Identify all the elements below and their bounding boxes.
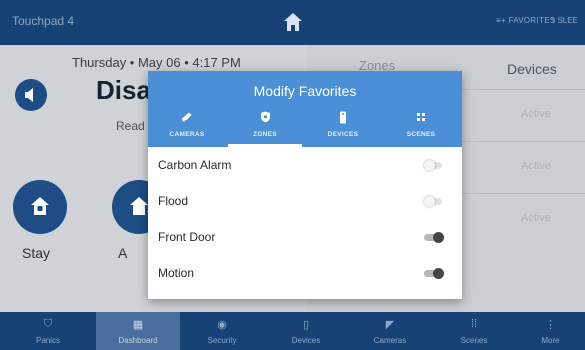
tab-zones[interactable]: ZONES	[226, 111, 304, 147]
remote-icon: ▯	[302, 319, 310, 331]
speaker-button[interactable]	[15, 79, 47, 111]
devices-tab[interactable]: Devices	[507, 61, 557, 77]
toggle-knob	[424, 160, 435, 171]
dashboard-icon: ▦	[132, 319, 144, 331]
moon-icon: ☽	[548, 16, 558, 25]
top-bar: Touchpad 4 ≡+ FAVORITES ☽ SLEE	[0, 0, 585, 45]
home-lock-icon	[31, 197, 49, 215]
dialog-header: Modify Favorites CAMERAS ZONES DEVICES S…	[148, 71, 462, 147]
toggle-knob	[424, 196, 435, 207]
remote-icon	[304, 111, 382, 127]
nav-scenes[interactable]: ⁞⁞ Scenes	[432, 312, 516, 350]
modify-favorites-dialog: Modify Favorites CAMERAS ZONES DEVICES S…	[148, 71, 462, 299]
speaker-icon	[25, 88, 33, 102]
favorite-toggle[interactable]	[424, 268, 444, 279]
scenes-icon: ⁞⁞	[470, 318, 478, 330]
favorite-item-carbon-alarm: Carbon Alarm	[148, 147, 462, 183]
scenes-icon	[382, 111, 460, 127]
toggle-knob	[433, 268, 444, 279]
sleep-button[interactable]: ☽ SLEE	[548, 16, 578, 25]
camera-icon: ◤	[385, 319, 395, 331]
toggle-knob	[433, 232, 444, 243]
favorites-icon: ≡+	[496, 16, 509, 25]
tab-cameras[interactable]: CAMERAS	[148, 111, 226, 147]
dialog-title: Modify Favorites	[253, 83, 357, 99]
away-label: A	[118, 245, 128, 261]
more-icon: ⋮	[545, 319, 556, 331]
favorite-toggle[interactable]	[424, 232, 444, 243]
tab-devices[interactable]: DEVICES	[304, 111, 382, 147]
home-icon[interactable]	[282, 11, 304, 33]
nav-panics[interactable]: ⛉ Panics	[0, 312, 96, 350]
date-time: Thursday • May 06 • 4:17 PM	[72, 55, 241, 70]
favorite-toggle[interactable]	[424, 196, 444, 207]
status-text: Active	[521, 108, 551, 120]
tab-scenes[interactable]: SCENES	[382, 111, 460, 147]
favorite-item-flood: Flood	[148, 183, 462, 219]
nav-devices[interactable]: ▯ Devices	[264, 312, 348, 350]
security-substatus: Read	[116, 119, 145, 133]
status-text: Active	[521, 160, 551, 172]
security-status: Disa	[96, 75, 151, 105]
nav-more[interactable]: ⋮ More	[516, 312, 585, 350]
favorite-item-front-door: Front Door	[148, 219, 462, 255]
lock-icon: ◉	[217, 319, 227, 331]
shield-icon	[226, 111, 304, 127]
nav-dashboard[interactable]: ▦ Dashboard	[96, 312, 180, 350]
favorite-toggle[interactable]	[424, 160, 444, 171]
shield-icon: ⛉	[43, 318, 53, 330]
favorites-button[interactable]: ≡+ FAVORITES	[496, 16, 555, 25]
bottom-nav: ⛉ Panics ▦ Dashboard ◉ Security ▯ Device…	[0, 312, 585, 350]
stay-arm-button[interactable]	[13, 180, 67, 234]
nav-cameras[interactable]: ◤ Cameras	[348, 312, 432, 350]
app-title: Touchpad 4	[12, 14, 75, 28]
stay-label: Stay	[22, 245, 51, 261]
status-text: Active	[521, 212, 551, 224]
favorite-item-motion: Motion	[148, 255, 462, 291]
camera-icon	[148, 111, 226, 127]
nav-security[interactable]: ◉ Security	[180, 312, 264, 350]
